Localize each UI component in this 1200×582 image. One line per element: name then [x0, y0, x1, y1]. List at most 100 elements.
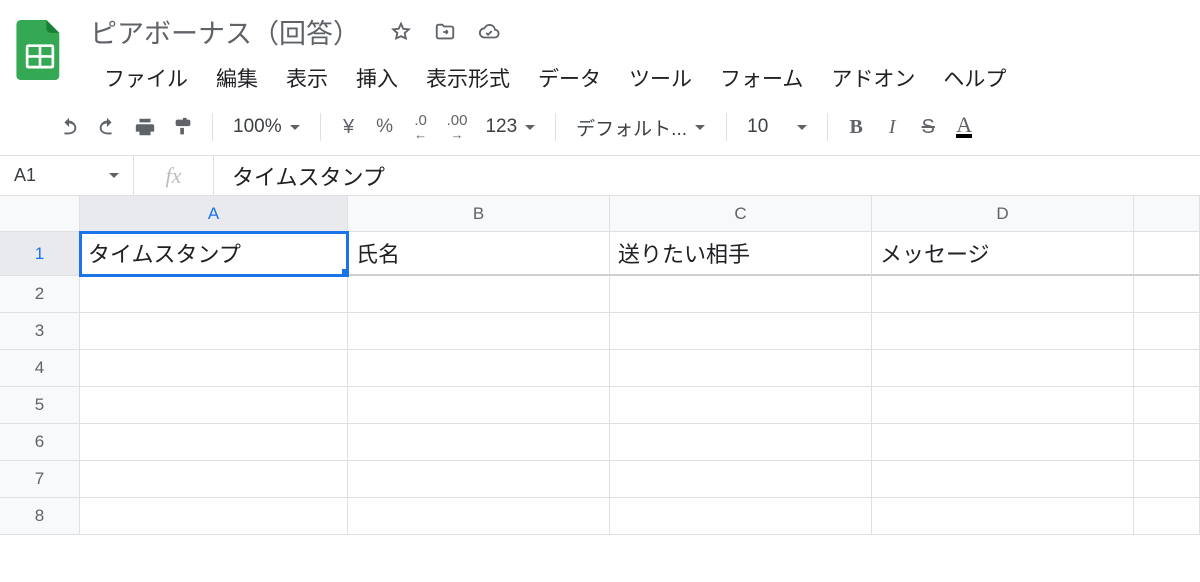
sheet-row: 7: [0, 461, 1200, 498]
cell-D1[interactable]: メッセージ: [872, 232, 1134, 276]
cell-A1[interactable]: タイムスタンプ: [80, 232, 348, 276]
cell-C7[interactable]: [610, 461, 872, 498]
cell-D2[interactable]: [872, 276, 1134, 313]
paint-format-button[interactable]: [164, 109, 202, 145]
cell-C4[interactable]: [610, 350, 872, 387]
select-all-corner[interactable]: [0, 196, 80, 232]
menu-data[interactable]: データ: [524, 57, 615, 99]
menu-form[interactable]: フォーム: [706, 57, 817, 99]
doc-title[interactable]: ピアボーナス（回答）: [90, 12, 360, 51]
cell-D8[interactable]: [872, 498, 1134, 535]
cell-B4[interactable]: [348, 350, 610, 387]
cloud-done-icon[interactable]: [478, 21, 500, 43]
cell-A4[interactable]: [80, 350, 348, 387]
cell-B6[interactable]: [348, 424, 610, 461]
cell-C2[interactable]: [610, 276, 872, 313]
row-header[interactable]: 1: [0, 232, 80, 276]
cell-C6[interactable]: [610, 424, 872, 461]
more-formats-dropdown[interactable]: 123: [475, 109, 545, 145]
cell-D7[interactable]: [872, 461, 1134, 498]
row-header[interactable]: 7: [0, 461, 80, 498]
fx-icon: fx: [134, 156, 214, 195]
menu-help[interactable]: ヘルプ: [929, 57, 1020, 99]
increase-decimal-button[interactable]: .00→: [439, 109, 476, 145]
text-color-button[interactable]: A: [946, 109, 982, 145]
cell-A7[interactable]: [80, 461, 348, 498]
name-box-value: A1: [14, 165, 36, 186]
strikethrough-button[interactable]: S: [910, 109, 946, 145]
cell-B1[interactable]: 氏名: [348, 232, 610, 276]
font-dropdown[interactable]: デフォルト...: [566, 109, 716, 145]
cell-A5[interactable]: [80, 387, 348, 424]
menu-format[interactable]: 表示形式: [412, 57, 524, 99]
sheet-row: 3: [0, 313, 1200, 350]
percent-button[interactable]: %: [367, 109, 403, 145]
cell-E7[interactable]: [1134, 461, 1200, 498]
zoom-dropdown[interactable]: 100%: [223, 109, 310, 145]
print-button[interactable]: [126, 109, 164, 145]
row-header[interactable]: 4: [0, 350, 80, 387]
italic-button[interactable]: I: [874, 109, 910, 145]
cell-E2[interactable]: [1134, 276, 1200, 313]
cell-C3[interactable]: [610, 313, 872, 350]
cell-B3[interactable]: [348, 313, 610, 350]
menu-bar: ファイル 編集 表示 挿入 表示形式 データ ツール フォーム アドオン ヘルプ: [90, 57, 1020, 99]
column-header-B[interactable]: B: [348, 196, 610, 232]
menu-insert[interactable]: 挿入: [342, 57, 412, 99]
cell-C1[interactable]: 送りたい相手: [610, 232, 872, 276]
formula-input[interactable]: タイムスタンプ: [214, 160, 1200, 192]
menu-tools[interactable]: ツール: [615, 57, 706, 99]
cell-E4[interactable]: [1134, 350, 1200, 387]
cell-B5[interactable]: [348, 387, 610, 424]
toolbar: 100% ¥ % .0← .00→ 123 デフォルト... 10 B I S …: [0, 99, 1200, 156]
cell-D4[interactable]: [872, 350, 1134, 387]
cell-E1[interactable]: [1134, 232, 1200, 276]
cell-E3[interactable]: [1134, 313, 1200, 350]
sheets-icon: [16, 20, 64, 80]
app-logo[interactable]: [10, 10, 70, 90]
undo-button[interactable]: [50, 109, 88, 145]
menu-addons[interactable]: アドオン: [817, 57, 929, 99]
cell-A8[interactable]: [80, 498, 348, 535]
name-box[interactable]: A1: [0, 156, 134, 195]
cell-E6[interactable]: [1134, 424, 1200, 461]
row-header[interactable]: 2: [0, 276, 80, 313]
cell-B7[interactable]: [348, 461, 610, 498]
decrease-decimal-button[interactable]: .0←: [403, 109, 439, 145]
menu-view[interactable]: 表示: [272, 57, 342, 99]
cell-B8[interactable]: [348, 498, 610, 535]
toolbar-separator: [212, 113, 213, 141]
sheet-row: 5: [0, 387, 1200, 424]
cell-A3[interactable]: [80, 313, 348, 350]
row-header[interactable]: 8: [0, 498, 80, 535]
cell-D6[interactable]: [872, 424, 1134, 461]
menu-edit[interactable]: 編集: [202, 57, 272, 99]
caret-icon: [695, 125, 705, 130]
column-header-E[interactable]: [1134, 196, 1200, 232]
cell-E8[interactable]: [1134, 498, 1200, 535]
font-size-dropdown[interactable]: 10: [737, 109, 817, 145]
redo-icon: [96, 116, 118, 138]
cell-C8[interactable]: [610, 498, 872, 535]
column-header-row: A B C D: [0, 196, 1200, 232]
bold-button[interactable]: B: [838, 109, 874, 145]
cell-A6[interactable]: [80, 424, 348, 461]
column-header-C[interactable]: C: [610, 196, 872, 232]
menu-file[interactable]: ファイル: [90, 57, 202, 99]
move-icon[interactable]: [434, 21, 456, 43]
row-header[interactable]: 3: [0, 313, 80, 350]
currency-button[interactable]: ¥: [331, 109, 367, 145]
cell-D5[interactable]: [872, 387, 1134, 424]
cell-A2[interactable]: [80, 276, 348, 313]
fill-handle[interactable]: [342, 269, 348, 276]
row-header[interactable]: 5: [0, 387, 80, 424]
cell-D3[interactable]: [872, 313, 1134, 350]
row-header[interactable]: 6: [0, 424, 80, 461]
redo-button[interactable]: [88, 109, 126, 145]
column-header-D[interactable]: D: [872, 196, 1134, 232]
column-header-A[interactable]: A: [80, 196, 348, 232]
cell-C5[interactable]: [610, 387, 872, 424]
cell-B2[interactable]: [348, 276, 610, 313]
cell-E5[interactable]: [1134, 387, 1200, 424]
star-icon[interactable]: [390, 21, 412, 43]
